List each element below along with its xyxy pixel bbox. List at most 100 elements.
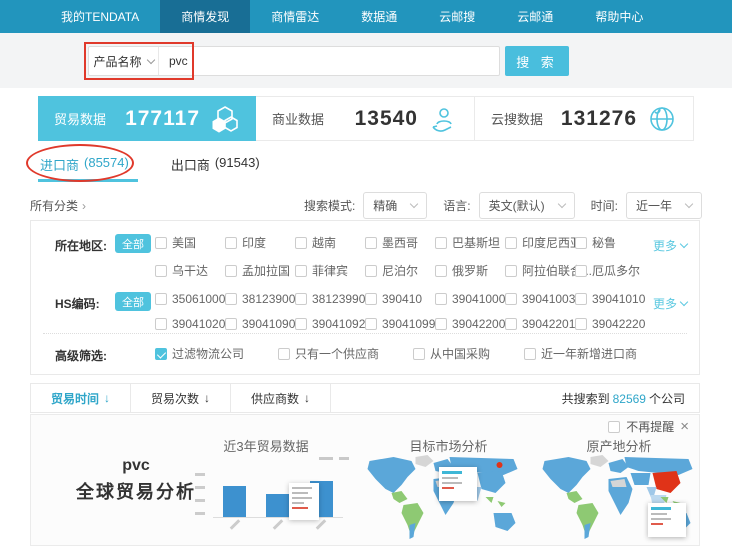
checkbox[interactable] bbox=[608, 421, 620, 433]
checkbox[interactable] bbox=[155, 318, 167, 330]
region-option[interactable]: 菲律宾 bbox=[295, 262, 365, 279]
checkbox[interactable] bbox=[575, 265, 587, 277]
checkbox[interactable] bbox=[524, 348, 536, 360]
checkbox[interactable] bbox=[575, 237, 587, 249]
hs-option[interactable]: 39041090 bbox=[225, 317, 295, 331]
region-option[interactable]: 尼泊尔 bbox=[365, 262, 435, 279]
nav-item-data-link[interactable]: 数据通 bbox=[340, 0, 418, 33]
region-option[interactable]: 美国 bbox=[155, 234, 225, 251]
arrow-down-icon: ↓ bbox=[304, 391, 310, 405]
top-navigation: 我的TENDATA 商情发现 商情雷达 数据通 云邮搜 云邮通 帮助中心 bbox=[0, 0, 732, 33]
hs-option[interactable]: 39041003 bbox=[505, 292, 575, 306]
checkbox[interactable] bbox=[435, 293, 447, 305]
region-all-button[interactable]: 全部 bbox=[115, 234, 151, 253]
region-option[interactable]: 厄瓜多尔 bbox=[575, 262, 645, 279]
nav-item-business-discovery[interactable]: 商情发现 bbox=[160, 0, 250, 33]
tab-importers[interactable]: 进口商 (85574) bbox=[40, 155, 129, 174]
nav-item-my-tendata[interactable]: 我的TENDATA bbox=[40, 0, 160, 33]
checkbox[interactable] bbox=[295, 237, 307, 249]
region-option[interactable]: 巴基斯坦 bbox=[435, 234, 505, 251]
stat-cloud-search-data[interactable]: 云搜数据 131276 bbox=[475, 96, 694, 141]
checkbox[interactable] bbox=[295, 293, 307, 305]
region-option[interactable]: 印度 bbox=[225, 234, 295, 251]
all-categories-link[interactable]: 所有分类› bbox=[30, 197, 86, 214]
checkbox[interactable] bbox=[505, 318, 517, 330]
hs-option[interactable]: 39042201 bbox=[505, 317, 575, 331]
target-market-map[interactable] bbox=[361, 451, 526, 543]
nav-item-cloud-mail[interactable]: 云邮通 bbox=[496, 0, 574, 33]
close-icon[interactable]: × bbox=[680, 419, 689, 434]
bar-year-2[interactable] bbox=[266, 494, 289, 517]
hs-option[interactable]: 39041092 bbox=[295, 317, 365, 331]
advanced-option-single-supplier[interactable]: 只有一个供应商 bbox=[278, 345, 379, 362]
region-more-link[interactable]: 更多 bbox=[653, 237, 687, 254]
search-button[interactable]: 搜 索 bbox=[505, 46, 569, 76]
region-option[interactable]: 俄罗斯 bbox=[435, 262, 505, 279]
checkbox[interactable] bbox=[365, 237, 377, 249]
sort-by-trade-time[interactable]: 贸易时间 ↓ bbox=[31, 384, 131, 412]
hs-option[interactable]: 39041020 bbox=[155, 317, 225, 331]
checkbox[interactable] bbox=[155, 265, 167, 277]
checkbox[interactable] bbox=[413, 348, 425, 360]
nav-item-business-radar[interactable]: 商情雷达 bbox=[250, 0, 340, 33]
hs-option[interactable]: 39041099 bbox=[365, 317, 435, 331]
checkbox[interactable] bbox=[155, 293, 167, 305]
hs-option[interactable]: 38123990 bbox=[295, 292, 365, 306]
region-option[interactable]: 墨西哥 bbox=[365, 234, 435, 251]
stat-business-data[interactable]: 商业数据 13540 bbox=[256, 96, 475, 141]
hs-option[interactable]: 35061000 bbox=[155, 292, 225, 306]
checkbox[interactable] bbox=[365, 318, 377, 330]
checkbox[interactable] bbox=[225, 237, 237, 249]
checkbox[interactable] bbox=[225, 318, 237, 330]
sort-by-supplier-count[interactable]: 供应商数 ↓ bbox=[231, 384, 331, 412]
region-option[interactable]: 阿拉伯联合... bbox=[505, 262, 575, 279]
checkbox[interactable] bbox=[225, 265, 237, 277]
language-label: 语言: bbox=[443, 197, 470, 214]
sort-by-trade-count[interactable]: 贸易次数 ↓ bbox=[131, 384, 231, 412]
advanced-option-new-importers[interactable]: 近一年新增进口商 bbox=[524, 345, 637, 362]
hs-option[interactable]: 39041010 bbox=[575, 292, 645, 306]
checkbox[interactable] bbox=[365, 293, 377, 305]
region-option[interactable]: 印度尼西亚 bbox=[505, 234, 575, 251]
region-option[interactable]: 越南 bbox=[295, 234, 365, 251]
hs-option[interactable]: 39041000 bbox=[435, 292, 505, 306]
bar-year-1[interactable] bbox=[223, 486, 246, 517]
advanced-option-buy-from-china[interactable]: 从中国采购 bbox=[413, 345, 490, 362]
checkbox[interactable] bbox=[505, 293, 517, 305]
checkbox[interactable] bbox=[365, 265, 377, 277]
checkbox[interactable] bbox=[225, 293, 237, 305]
hs-option[interactable]: 38123900 bbox=[225, 292, 295, 306]
region-option[interactable]: 孟加拉国 bbox=[225, 262, 295, 279]
language-select[interactable]: 英文(默认) bbox=[479, 192, 575, 219]
checkbox[interactable] bbox=[435, 237, 447, 249]
region-option[interactable]: 乌干达 bbox=[155, 262, 225, 279]
trade-bar-chart[interactable] bbox=[181, 455, 353, 543]
search-category-select[interactable]: 产品名称 bbox=[89, 47, 159, 75]
checkbox[interactable] bbox=[575, 318, 587, 330]
checkbox[interactable] bbox=[155, 237, 167, 249]
hs-option[interactable]: 390410 bbox=[365, 292, 435, 306]
checkbox[interactable] bbox=[435, 318, 447, 330]
hs-option[interactable]: 39042200 bbox=[435, 317, 505, 331]
hs-all-button[interactable]: 全部 bbox=[115, 292, 151, 311]
search-input[interactable] bbox=[159, 47, 499, 75]
checkbox[interactable] bbox=[505, 265, 517, 277]
region-option[interactable]: 秘鲁 bbox=[575, 234, 645, 251]
checkbox-checked[interactable] bbox=[155, 348, 167, 360]
checkbox[interactable] bbox=[505, 237, 517, 249]
stat-trade-data[interactable]: 贸易数据 177117 bbox=[38, 96, 256, 141]
nav-item-help-center[interactable]: 帮助中心 bbox=[574, 0, 664, 33]
search-mode-select[interactable]: 精确 bbox=[363, 192, 427, 219]
checkbox[interactable] bbox=[295, 318, 307, 330]
tab-exporters[interactable]: 出口商 (91543) bbox=[171, 155, 260, 174]
time-select[interactable]: 近一年 bbox=[626, 192, 702, 219]
hs-more-link[interactable]: 更多 bbox=[653, 295, 687, 312]
checkbox[interactable] bbox=[278, 348, 290, 360]
checkbox[interactable] bbox=[295, 265, 307, 277]
origin-map[interactable] bbox=[536, 451, 701, 543]
nav-item-cloud-mail-search[interactable]: 云邮搜 bbox=[418, 0, 496, 33]
checkbox[interactable] bbox=[575, 293, 587, 305]
advanced-option-filter-logistics[interactable]: 过滤物流公司 bbox=[155, 345, 244, 362]
hs-option[interactable]: 39042220 bbox=[575, 317, 645, 331]
checkbox[interactable] bbox=[435, 265, 447, 277]
